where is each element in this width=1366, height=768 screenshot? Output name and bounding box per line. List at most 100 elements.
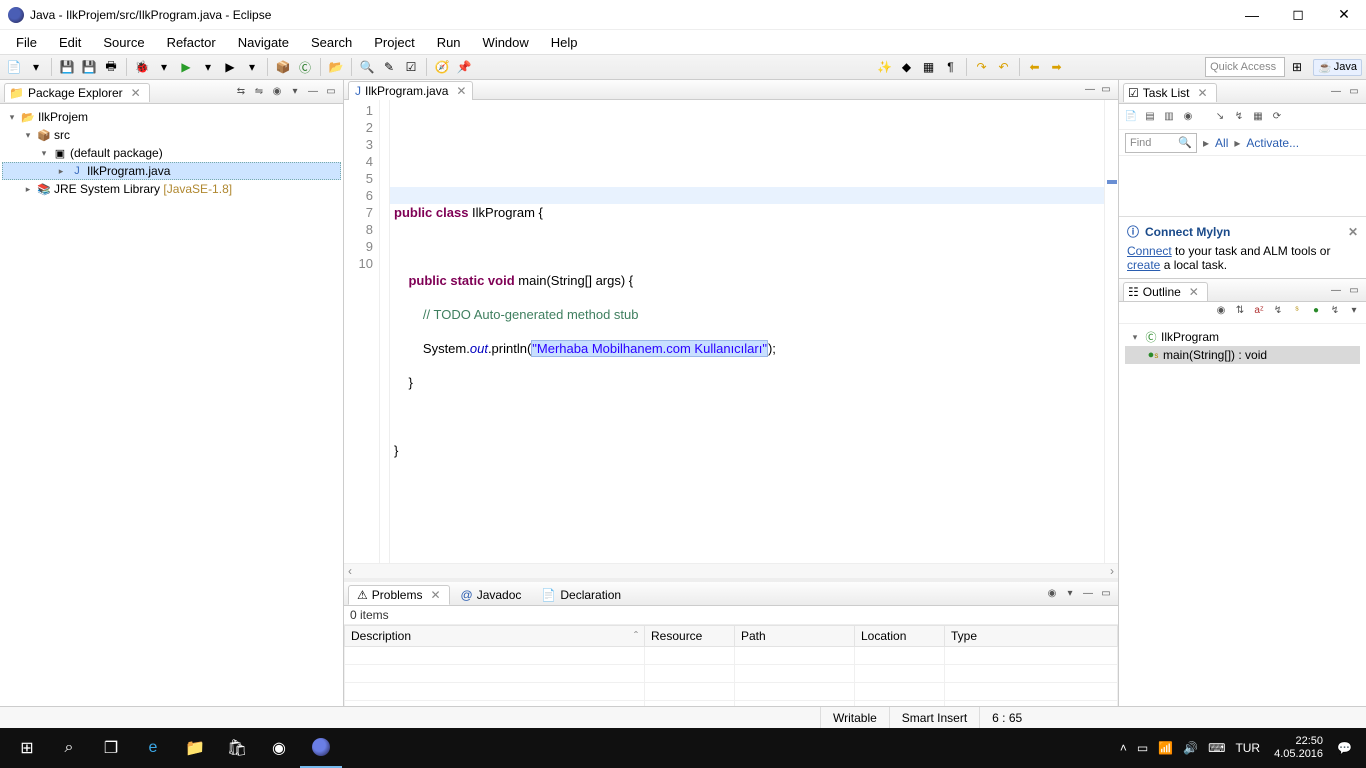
- keyboard-icon[interactable]: ⌨: [1208, 741, 1225, 755]
- menu-window[interactable]: Window: [473, 32, 539, 53]
- tab-close-icon[interactable]: ✕: [1197, 86, 1207, 100]
- wifi-icon[interactable]: 📶: [1158, 741, 1173, 755]
- show-whitespace-button[interactable]: ¶: [941, 57, 961, 77]
- menu-help[interactable]: Help: [541, 32, 588, 53]
- tree-project[interactable]: ▾ 📂 IlkProjem: [2, 108, 341, 126]
- table-row[interactable]: [345, 647, 1118, 665]
- link-editor-button[interactable]: ⇋: [251, 84, 267, 100]
- code-content[interactable]: public class IlkProgram { public static …: [394, 153, 1100, 527]
- toggle-mark-button[interactable]: ◆: [897, 57, 917, 77]
- new-package-button[interactable]: 📦: [273, 57, 293, 77]
- connect-link[interactable]: Connect: [1127, 244, 1172, 258]
- tree-jre[interactable]: ▸ 📚 JRE System Library [JavaSE-1.8]: [2, 180, 341, 198]
- focus-work-button[interactable]: ◉: [1180, 109, 1196, 125]
- minimize-view-button[interactable]: —: [1080, 586, 1096, 602]
- system-tray[interactable]: ˄ ▭ 📶 🔊 ⌨ TUR 22:50 4.05.2016 💬: [1112, 735, 1360, 761]
- explorer-button[interactable]: 📁: [174, 728, 216, 768]
- open-perspective-button[interactable]: ⊞: [1287, 57, 1307, 77]
- wand-button[interactable]: ✨: [875, 57, 895, 77]
- minimize-view-button[interactable]: —: [1328, 282, 1344, 298]
- external-tools-button[interactable]: ▾: [242, 57, 262, 77]
- problems-table[interactable]: Descriptionˆ Resource Path Location Type: [344, 625, 1118, 719]
- tray-chevron-icon[interactable]: ˄: [1120, 741, 1127, 755]
- presentation-button[interactable]: ▦: [1250, 109, 1266, 125]
- tab-package-explorer[interactable]: 📁 Package Explorer ✕: [4, 83, 150, 102]
- minimize-view-button[interactable]: —: [305, 84, 321, 100]
- debug-button[interactable]: 🐞: [132, 57, 152, 77]
- maximize-view-button[interactable]: ▭: [1098, 586, 1114, 602]
- twisty-open-icon[interactable]: ▾: [1129, 332, 1141, 343]
- new-dropdown-icon[interactable]: ▾: [26, 57, 46, 77]
- collapse-all-button[interactable]: ↘: [1212, 109, 1228, 125]
- minimize-view-button[interactable]: —: [1328, 84, 1344, 100]
- categorize-button[interactable]: ▤: [1142, 109, 1158, 125]
- clock[interactable]: 22:50 4.05.2016: [1270, 735, 1327, 761]
- taskview-button[interactable]: ❐: [90, 728, 132, 768]
- maximize-view-button[interactable]: ▭: [1346, 84, 1362, 100]
- prev-annotation-button[interactable]: ↶: [994, 57, 1014, 77]
- collapse-all-button[interactable]: ⇆: [233, 84, 249, 100]
- menu-navigate[interactable]: Navigate: [228, 32, 299, 53]
- sync-button[interactable]: ⟳: [1269, 109, 1285, 125]
- debug-dropdown-icon[interactable]: ▾: [154, 57, 174, 77]
- view-menu-button[interactable]: ▾: [287, 84, 303, 100]
- toggle-breadcrumb-button[interactable]: 🧭: [432, 57, 452, 77]
- close-button[interactable]: ✕: [1330, 5, 1358, 25]
- tab-javadoc[interactable]: @Javadoc: [452, 585, 531, 605]
- chrome-button[interactable]: ◉: [258, 728, 300, 768]
- volume-icon[interactable]: 🔊: [1183, 741, 1198, 755]
- tab-close-icon[interactable]: ✕: [430, 588, 440, 602]
- maximize-editor-button[interactable]: ▭: [1098, 82, 1114, 98]
- maximize-view-button[interactable]: ▭: [323, 84, 339, 100]
- tab-close-icon[interactable]: ✕: [131, 86, 141, 100]
- package-explorer-tree[interactable]: ▾ 📂 IlkProjem ▾ 📦 src ▾ ▣ (default packa…: [0, 104, 343, 202]
- next-annotation-button[interactable]: ↷: [972, 57, 992, 77]
- sort-button[interactable]: ⇅: [1232, 302, 1248, 318]
- new-task-button[interactable]: 📄: [1123, 109, 1139, 125]
- menu-source[interactable]: Source: [93, 32, 154, 53]
- tree-src[interactable]: ▾ 📦 src: [2, 126, 341, 144]
- hide-localtypes-button[interactable]: ↯: [1327, 302, 1343, 318]
- eclipse-taskbar-button[interactable]: [300, 728, 342, 768]
- maximize-button[interactable]: ◻: [1284, 5, 1312, 25]
- coverage-button[interactable]: ▶: [220, 57, 240, 77]
- block-sel-button[interactable]: ▦: [919, 57, 939, 77]
- store-button[interactable]: 🛍: [216, 728, 258, 768]
- tab-declaration[interactable]: 📄Declaration: [532, 585, 630, 605]
- view-menu-button[interactable]: ▾: [1062, 586, 1078, 602]
- run-dropdown-icon[interactable]: ▾: [198, 57, 218, 77]
- hide-fields-button[interactable]: ↯: [1270, 302, 1286, 318]
- code-editor[interactable]: 12345678910 public class IlkProgram { pu…: [344, 100, 1118, 563]
- menu-search[interactable]: Search: [301, 32, 362, 53]
- outline-method[interactable]: ●s main(String[]) : void: [1125, 346, 1360, 364]
- editor-tab[interactable]: J IlkProgram.java ✕: [348, 81, 473, 100]
- menu-project[interactable]: Project: [364, 32, 424, 53]
- activate-link[interactable]: Activate...: [1246, 136, 1299, 150]
- forward-button[interactable]: ➡: [1047, 57, 1067, 77]
- twisty-open-icon[interactable]: ▾: [6, 112, 18, 123]
- back-button[interactable]: ⬅: [1025, 57, 1045, 77]
- language-indicator[interactable]: TUR: [1235, 741, 1260, 755]
- twisty-open-icon[interactable]: ▾: [22, 130, 34, 141]
- tab-task-list[interactable]: ☑ Task List ✕: [1123, 83, 1217, 102]
- twisty-closed-icon[interactable]: ▸: [22, 184, 34, 195]
- focus-button[interactable]: ◉: [1213, 302, 1229, 318]
- view-menu-button[interactable]: ▾: [1346, 302, 1362, 318]
- table-row[interactable]: [345, 665, 1118, 683]
- overview-ruler[interactable]: [1104, 100, 1118, 563]
- tree-default-package[interactable]: ▾ ▣ (default package): [2, 144, 341, 162]
- open-type-button[interactable]: 📂: [326, 57, 346, 77]
- close-icon[interactable]: ✕: [1348, 225, 1358, 239]
- focus-task-button[interactable]: ◉: [269, 84, 285, 100]
- tab-close-icon[interactable]: ✕: [456, 84, 466, 98]
- tab-outline[interactable]: ☷ Outline ✕: [1123, 282, 1208, 301]
- menu-file[interactable]: File: [6, 32, 47, 53]
- twisty-open-icon[interactable]: ▾: [38, 148, 50, 159]
- new-button[interactable]: 📄: [4, 57, 24, 77]
- minimize-button[interactable]: —: [1238, 5, 1266, 25]
- outline-class[interactable]: ▾ Ⓒ IlkProgram: [1125, 328, 1360, 346]
- create-link[interactable]: create: [1127, 258, 1160, 272]
- print-button[interactable]: 🖶: [101, 57, 121, 77]
- new-class-button[interactable]: Ⓒ: [295, 57, 315, 77]
- editor-scrollbar[interactable]: ‹›: [344, 563, 1118, 578]
